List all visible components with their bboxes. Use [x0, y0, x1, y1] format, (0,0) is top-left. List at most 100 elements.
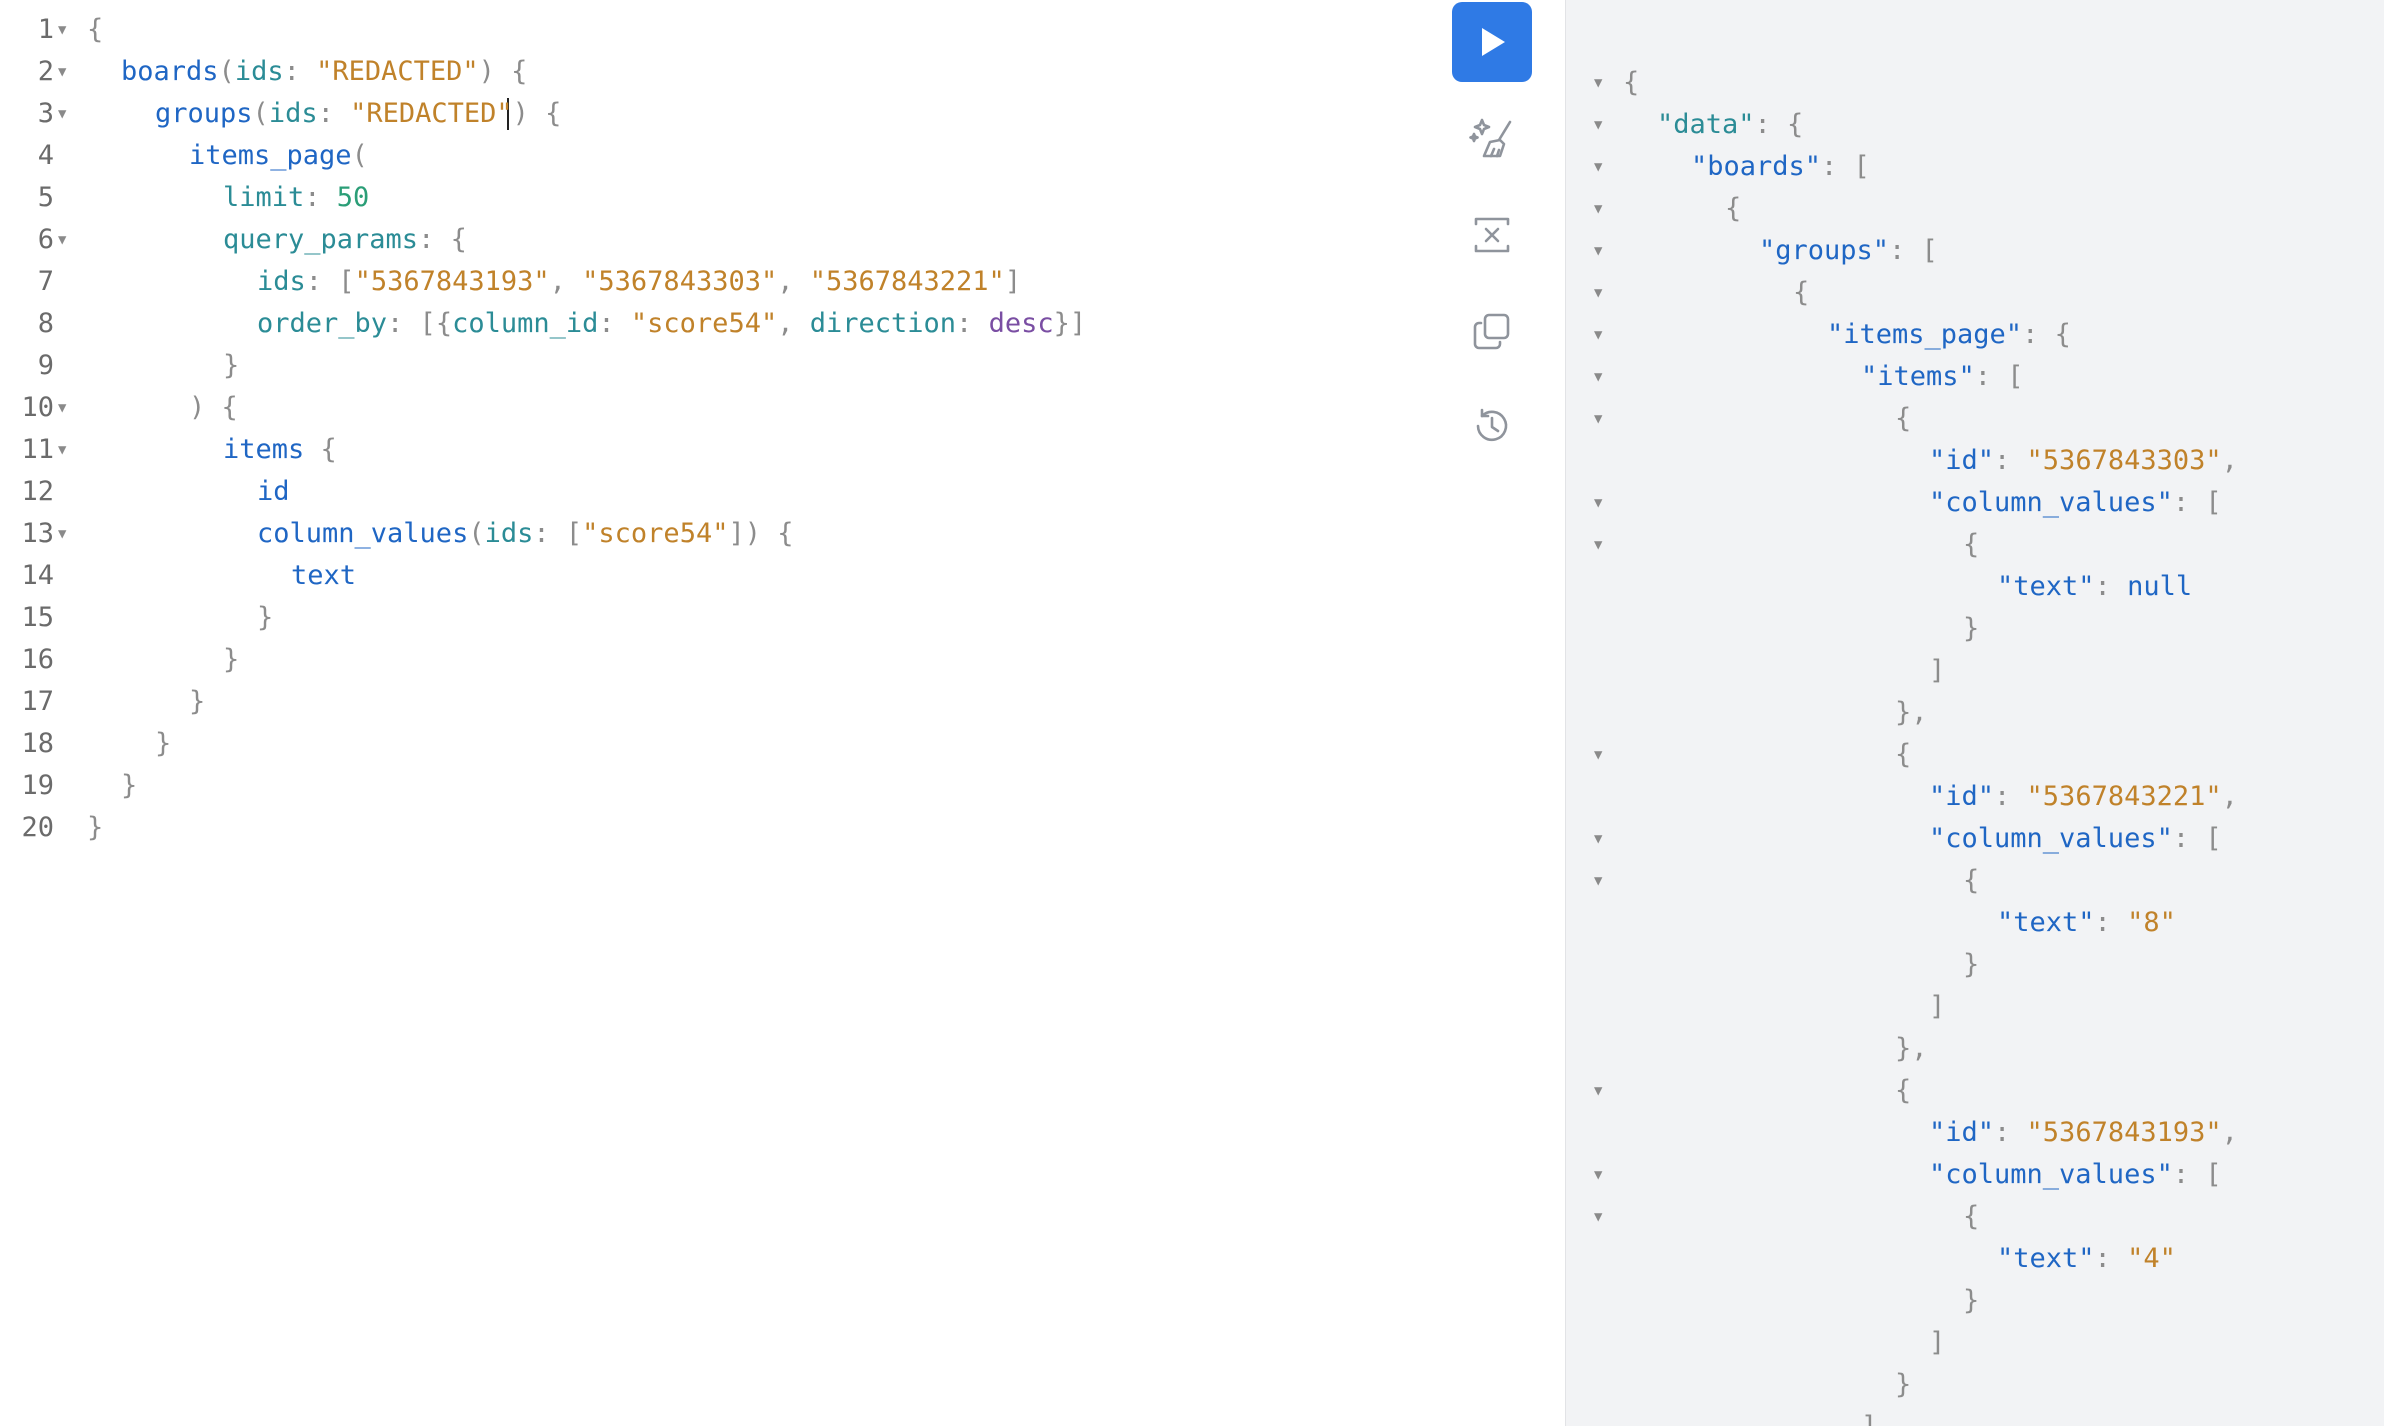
json-text: ]	[1929, 650, 1945, 692]
json-text: "data": {	[1657, 104, 1803, 146]
code-token: column_values	[257, 518, 469, 549]
prettify-button[interactable]	[1452, 98, 1532, 178]
editor-line[interactable]: 11 ▼ items {	[0, 429, 1400, 471]
editor-line[interactable]: 2 ▼ boards(ids: "REDACTED") {	[0, 51, 1400, 93]
fold-toggle-icon[interactable]: ▼	[58, 51, 66, 93]
code-token: }	[87, 812, 104, 843]
fold-toggle-icon[interactable]: ▼	[1594, 62, 1602, 104]
json-token: },	[1895, 697, 1928, 728]
fold-toggle-icon[interactable]: ▼	[1594, 104, 1602, 146]
code-text: groups(ids: "REDACTED") {	[155, 93, 561, 135]
result-line: ▼{	[1566, 188, 2384, 230]
result-line: ▼ "items_page": {	[1566, 314, 2384, 356]
code-token: ) {	[512, 98, 562, 129]
fold-toggle-icon[interactable]: ▼	[58, 429, 66, 471]
editor-line[interactable]: 16}	[0, 639, 1400, 681]
editor-line[interactable]: 14 text	[0, 555, 1400, 597]
result-line: }	[1566, 608, 2384, 650]
editor-line[interactable]: 9}	[0, 345, 1400, 387]
code-token: ,	[549, 266, 583, 297]
code-token: "REDACTED"	[350, 98, 513, 129]
result-viewer[interactable]: ▼{▼ "data": {▼ "boards": [▼{▼ "groups": [▼{…	[1565, 0, 2384, 1426]
line-number: 14	[21, 560, 54, 591]
editor-line[interactable]: 12 id	[0, 471, 1400, 513]
run-button[interactable]	[1452, 2, 1532, 82]
result-line: ▼{	[1566, 734, 2384, 776]
code-text: }	[121, 765, 137, 807]
result-line: ▼ "groups": [	[1566, 230, 2384, 272]
fold-toggle-icon[interactable]: ▼	[58, 387, 66, 429]
editor-line[interactable]: 17}	[0, 681, 1400, 723]
line-number: 19	[21, 770, 54, 801]
result-line: ▼{	[1566, 62, 2384, 104]
fold-toggle-icon[interactable]: ▼	[1594, 482, 1602, 524]
fold-toggle-icon[interactable]: ▼	[58, 93, 66, 135]
json-text: ]	[1861, 1406, 1877, 1426]
fold-toggle-icon[interactable]: ▼	[1594, 1070, 1602, 1112]
fold-toggle-icon[interactable]: ▼	[1594, 398, 1602, 440]
json-text: {	[1895, 398, 1911, 440]
json-token: : [	[2172, 1159, 2222, 1190]
editor-line[interactable]: 13 ▼ column_values(ids: ["score54"]) {	[0, 513, 1400, 555]
json-text: ]	[1929, 986, 1945, 1028]
code-token: (	[218, 56, 235, 87]
json-text: },	[1895, 692, 1928, 734]
merge-fragments-button[interactable]	[1452, 195, 1532, 275]
code-token: ids	[268, 98, 318, 129]
editor-line[interactable]: 19}	[0, 765, 1400, 807]
fold-toggle-icon[interactable]: ▼	[1594, 860, 1602, 902]
json-token: }	[1963, 949, 1980, 980]
query-editor[interactable]: 1 ▼{2 ▼ boards(ids: "REDACTED") {3 ▼ groups(i…	[0, 0, 1400, 1426]
json-text: {	[1963, 524, 1979, 566]
fold-toggle-icon[interactable]: ▼	[1594, 146, 1602, 188]
editor-line[interactable]: 18}	[0, 723, 1400, 765]
editor-line[interactable]: 3 ▼ groups(ids: "REDACTED") {	[0, 93, 1400, 135]
editor-line[interactable]: 8 order_by: [{column_id: "score54", direc…	[0, 303, 1400, 345]
fold-toggle-icon[interactable]: ▼	[58, 513, 66, 555]
fold-toggle-icon[interactable]: ▼	[1594, 314, 1602, 356]
fold-toggle-icon[interactable]: ▼	[58, 9, 66, 51]
fold-toggle-icon[interactable]: ▼	[1594, 818, 1602, 860]
line-number: 8	[37, 308, 54, 339]
json-text: "text": "4"	[1997, 1238, 2176, 1280]
code-token: column_id	[452, 308, 599, 339]
fold-toggle-icon[interactable]: ▼	[1594, 188, 1602, 230]
fold-toggle-icon[interactable]: ▼	[1594, 272, 1602, 314]
json-text: "items": [	[1861, 356, 2024, 398]
json-token: : [	[2172, 823, 2222, 854]
fold-toggle-icon[interactable]: ▼	[1594, 524, 1602, 566]
code-token: }	[121, 770, 138, 801]
editor-line[interactable]: 15}	[0, 597, 1400, 639]
history-button[interactable]	[1452, 386, 1532, 466]
json-text: "id": "5367843303",	[1929, 440, 2238, 482]
editor-line[interactable]: 4 items_page(	[0, 135, 1400, 177]
json-token: ]	[1929, 655, 1946, 686]
result-line: },	[1566, 1028, 2384, 1070]
editor-toolbar	[1440, 0, 1540, 1426]
editor-line[interactable]: 20}	[0, 807, 1400, 849]
fold-toggle-icon[interactable]: ▼	[1594, 230, 1602, 272]
fold-toggle-icon[interactable]: ▼	[58, 219, 66, 261]
result-line: ]	[1566, 650, 2384, 692]
json-token: "groups"	[1759, 235, 1890, 266]
json-text: {	[1895, 734, 1911, 776]
fold-toggle-icon[interactable]: ▼	[1594, 1196, 1602, 1238]
result-line: "id": "5367843193",	[1566, 1112, 2384, 1154]
editor-line[interactable]: 7 ids: ["5367843193", "5367843303", "5367…	[0, 261, 1400, 303]
fold-toggle-icon[interactable]: ▼	[1594, 356, 1602, 398]
json-token: :	[2094, 1243, 2128, 1274]
json-token: "column_values"	[1929, 487, 2173, 518]
code-token: : [{	[387, 308, 453, 339]
fold-toggle-icon[interactable]: ▼	[1594, 1154, 1602, 1196]
fold-toggle-icon[interactable]: ▼	[1594, 734, 1602, 776]
result-line: },	[1566, 692, 2384, 734]
json-token: : [	[2172, 487, 2222, 518]
editor-line[interactable]: 1 ▼ {	[0, 9, 1400, 51]
copy-query-button[interactable]	[1452, 291, 1532, 371]
editor-line[interactable]: 5 limit: 50	[0, 177, 1400, 219]
editor-line[interactable]: 6 ▼ query_params: {	[0, 219, 1400, 261]
json-token: : [	[1974, 361, 2024, 392]
editor-line[interactable]: 10 ▼) {	[0, 387, 1400, 429]
line-number: 6	[37, 224, 54, 255]
code-token: (	[252, 98, 269, 129]
